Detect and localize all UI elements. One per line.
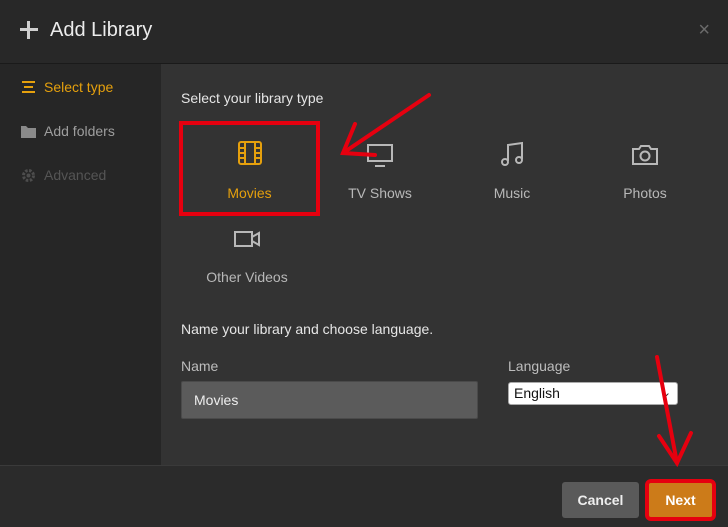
library-type-heading: Select your library type [181,90,324,106]
folder-icon [21,125,36,138]
name-language-heading: Name your library and choose language. [181,321,434,337]
main-panel: Select your library type Movies TV Shows [161,64,728,465]
type-label: Music [493,185,531,201]
sidebar-item-label: Advanced [44,167,107,183]
tv-icon [367,144,393,167]
cancel-button[interactable]: Cancel [562,482,639,518]
film-icon [237,141,262,165]
next-button[interactable]: Next [645,479,716,521]
type-movies[interactable]: Movies [179,121,320,216]
sidebar: Select type Add folders Advanced [0,64,161,465]
language-label: Language [508,358,571,374]
type-other-videos[interactable]: Other Videos [181,209,313,293]
plus-icon [20,21,38,39]
camera-icon [632,145,658,165]
type-music[interactable]: Music [446,125,578,209]
type-photos[interactable]: Photos [579,125,711,209]
type-tv-shows[interactable]: TV Shows [314,125,446,209]
name-label: Name [181,358,219,374]
language-value: English [514,385,560,401]
chevron-down-icon: ⌄ [661,387,671,399]
video-camera-icon [234,231,260,247]
sidebar-item-advanced: Advanced [0,160,161,190]
close-icon[interactable]: × [698,19,710,42]
sidebar-item-label: Select type [44,79,114,95]
type-label: Movies [227,185,272,201]
type-label: Photos [623,185,667,201]
sidebar-item-select-type[interactable]: Select type [0,72,161,102]
dialog-footer: Cancel Next [0,465,728,527]
dialog-header: Add Library × [0,0,728,64]
list-icon [22,80,35,93]
sidebar-item-label: Add folders [44,123,115,139]
type-label: Other Videos [206,269,288,285]
type-label: TV Shows [348,185,412,201]
sidebar-item-add-folders[interactable]: Add folders [0,116,161,146]
library-name-input[interactable]: Movies [181,381,478,419]
language-select[interactable]: English ⌄ [508,382,678,405]
gear-icon [22,168,35,182]
music-icon [501,141,523,166]
dialog-title: Add Library [50,19,153,41]
